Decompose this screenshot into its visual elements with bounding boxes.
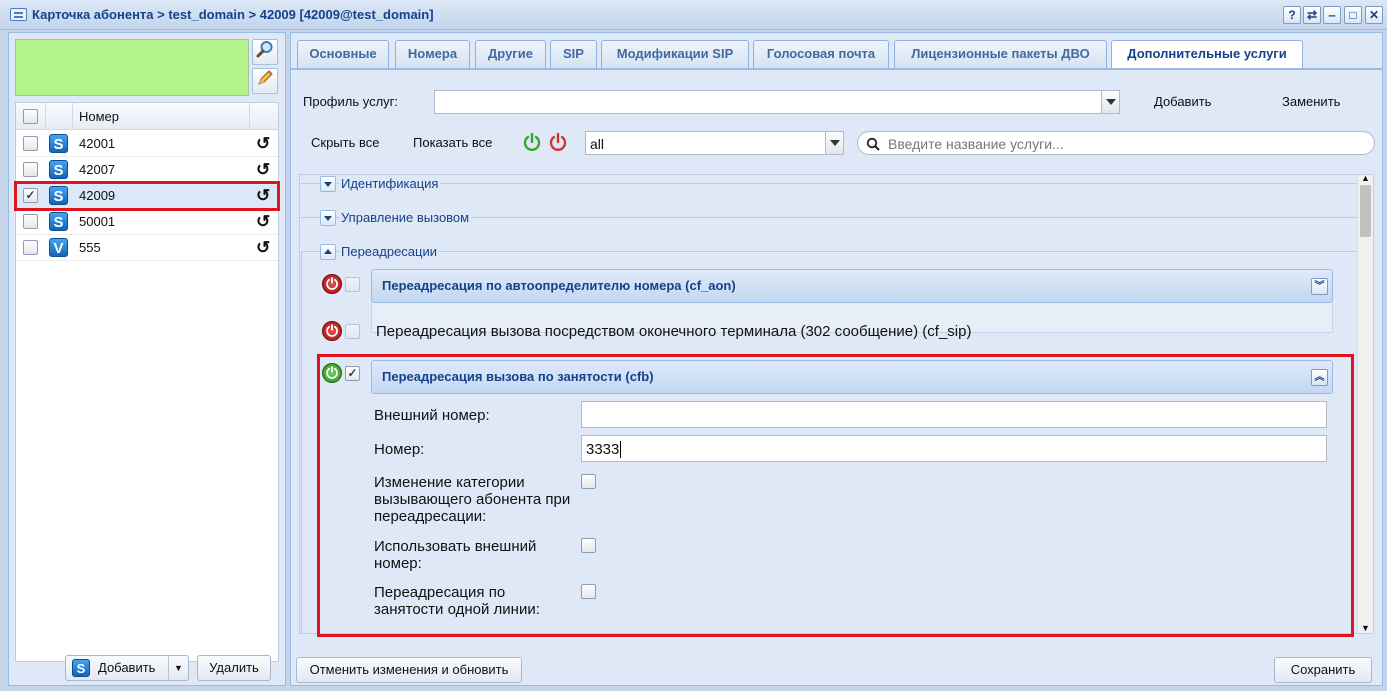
scrollbar-thumb[interactable] xyxy=(1360,185,1371,237)
power-off-icon[interactable]: ⏻ xyxy=(322,274,342,294)
tab-numbers[interactable]: Номера xyxy=(395,40,470,68)
row-number: 42001 xyxy=(79,136,116,151)
dropdown-arrow-icon[interactable] xyxy=(1101,91,1119,113)
sip-type-icon: S xyxy=(49,160,68,179)
cf-sip-checkbox[interactable] xyxy=(345,324,360,339)
grid-header: Номер xyxy=(16,103,278,130)
row-checkbox[interactable] xyxy=(23,136,38,151)
history-icon[interactable]: ↺ xyxy=(256,239,270,256)
save-button[interactable]: Сохранить xyxy=(1274,657,1372,683)
cf-aon-panel-header[interactable]: Переадресация по автоопределителю номера… xyxy=(371,269,1333,303)
history-icon[interactable]: ↺ xyxy=(256,161,270,178)
tab-additional-services[interactable]: Дополнительные услуги xyxy=(1111,40,1303,69)
tab-license-packages[interactable]: Лицензионные пакеты ДВО xyxy=(894,40,1107,68)
magnifier-icon xyxy=(256,41,273,58)
expand-identification-toggle[interactable] xyxy=(320,176,336,192)
tab-other[interactable]: Другие xyxy=(475,40,546,68)
section-call-control[interactable]: Управление вызовом xyxy=(339,210,472,225)
row-checkbox[interactable] xyxy=(23,162,38,177)
cancel-and-refresh-button[interactable]: Отменить изменения и обновить xyxy=(296,657,522,683)
pencil-icon xyxy=(258,70,273,85)
power-on-filter-icon[interactable] xyxy=(523,133,541,151)
search-icon xyxy=(866,137,880,151)
status-filter-select[interactable]: all xyxy=(585,131,844,155)
tab-sip-modifications[interactable]: Модификации SIP xyxy=(601,40,749,68)
delete-button[interactable]: Удалить xyxy=(197,655,271,681)
edit-button[interactable] xyxy=(252,68,278,94)
history-icon[interactable]: ↺ xyxy=(256,135,270,152)
tab-voicemail[interactable]: Голосовая почта xyxy=(753,40,889,68)
search-button[interactable] xyxy=(252,39,278,65)
section-forwarding[interactable]: Переадресации xyxy=(339,244,440,259)
content-scrollbar[interactable]: ▲ ▼ xyxy=(1357,175,1373,633)
collapse-forwarding-toggle[interactable] xyxy=(320,244,336,260)
power-off-filter-icon[interactable] xyxy=(549,133,567,151)
sip-type-icon: S xyxy=(49,212,68,231)
row-number: 50001 xyxy=(79,214,116,229)
row-number: 555 xyxy=(79,240,101,255)
replace-profile-button[interactable]: Заменить xyxy=(1282,94,1340,109)
row-number: 42007 xyxy=(79,162,116,177)
service-profile-select[interactable] xyxy=(434,90,1120,114)
expand-double-chevron-icon[interactable]: ︾ xyxy=(1311,278,1328,295)
table-row[interactable]: S 50001 ↺ xyxy=(16,209,278,235)
cf-sip-label: Переадресация вызова посредством оконечн… xyxy=(376,323,972,340)
maximize-button[interactable]: □ xyxy=(1344,6,1362,24)
subscriber-list-panel: Номер S 42001 ↺ S 42007 ↺ ✓ S 42009 ↺ S … xyxy=(8,32,286,686)
show-all-button[interactable]: Показать все xyxy=(413,135,492,150)
virtual-type-icon: V xyxy=(49,238,68,257)
dropdown-arrow-icon[interactable] xyxy=(825,132,843,154)
cf-aon-checkbox[interactable] xyxy=(345,277,360,292)
history-icon[interactable]: ↺ xyxy=(256,213,270,230)
select-all-checkbox[interactable] xyxy=(23,109,38,124)
service-search-input[interactable]: Введите название услуги... xyxy=(857,131,1375,155)
hide-all-button[interactable]: Скрыть все xyxy=(311,135,379,150)
table-row[interactable]: V 555 ↺ xyxy=(16,235,278,261)
scroll-down-icon[interactable]: ▼ xyxy=(1361,623,1370,633)
row-checkbox[interactable] xyxy=(23,214,38,229)
add-dropdown-arrow-icon[interactable]: ▼ xyxy=(168,656,188,680)
help-button[interactable]: ? xyxy=(1283,6,1301,24)
subscriber-card-icon xyxy=(10,8,27,21)
selected-row-highlight xyxy=(14,181,280,211)
tab-basic[interactable]: Основные xyxy=(297,40,389,68)
row-checkbox[interactable] xyxy=(23,240,38,255)
cfb-highlight-box xyxy=(317,354,1354,637)
table-row[interactable]: S 42007 ↺ xyxy=(16,157,278,183)
table-row[interactable]: S 42001 ↺ xyxy=(16,131,278,157)
window-title: Карточка абонента > test_domain > 42009 … xyxy=(32,7,434,22)
minimize-button[interactable]: ‒ xyxy=(1323,6,1341,24)
tab-sip[interactable]: SIP xyxy=(550,40,597,68)
window-titlebar: Карточка абонента > test_domain > 42009 … xyxy=(0,0,1387,30)
sip-type-icon: S xyxy=(49,134,68,153)
subscriber-details-panel: Основные Номера Другие SIP Модификации S… xyxy=(290,32,1383,686)
tab-strip xyxy=(291,68,1382,70)
scroll-up-icon[interactable]: ▲ xyxy=(1361,175,1370,183)
add-profile-button[interactable]: Добавить xyxy=(1154,94,1211,109)
close-button[interactable]: ✕ xyxy=(1365,6,1383,24)
power-off-icon[interactable]: ⏻ xyxy=(322,321,342,341)
column-number-header: Номер xyxy=(79,109,120,124)
expand-call-control-toggle[interactable] xyxy=(320,210,336,226)
section-identification[interactable]: Идентификация xyxy=(339,176,441,191)
subscriber-info-box xyxy=(15,39,249,96)
add-subscriber-button[interactable]: S Добавить ▼ xyxy=(65,655,189,681)
swap-button[interactable]: ⇄ xyxy=(1303,6,1321,24)
profile-label: Профиль услуг: xyxy=(303,94,399,109)
sip-add-icon: S xyxy=(72,659,90,677)
